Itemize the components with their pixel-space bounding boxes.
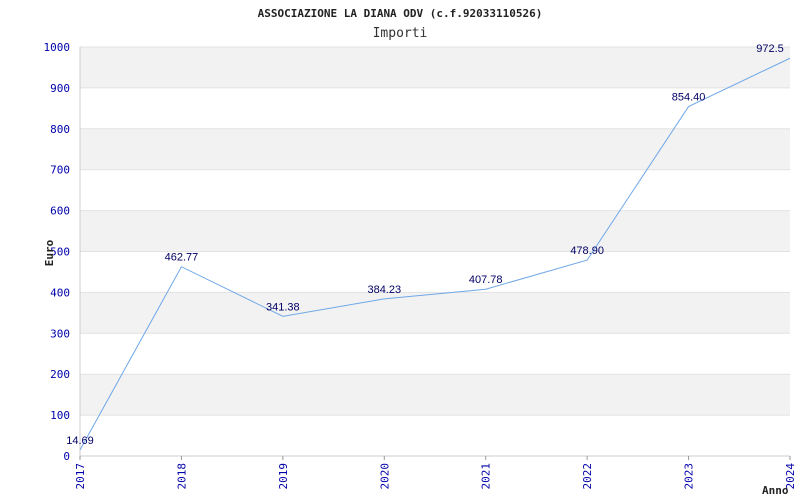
x-tick-labels: 2017 2018 2019 2020 2021 2022 2023 2024: [74, 456, 797, 490]
data-label: 478.90: [570, 245, 604, 257]
y-tick-label: 900: [50, 82, 70, 95]
y-tick-label: 1000: [44, 41, 71, 54]
x-tick-label: 2022: [581, 463, 594, 490]
x-axis-label: Anno: [762, 484, 789, 497]
grid-band: [80, 128, 790, 170]
x-tick-label: 2023: [683, 463, 696, 490]
y-tick-label: 600: [50, 205, 70, 218]
y-tick-label: 100: [50, 409, 70, 422]
y-tick-label: 700: [50, 164, 70, 177]
x-tick-label: 2017: [74, 463, 87, 490]
x-tick-label: 2018: [175, 463, 188, 490]
data-label: 462.77: [165, 252, 199, 264]
chart-subtitle: Importi: [373, 26, 428, 41]
grid-band: [80, 374, 790, 416]
data-label: 341.38: [266, 301, 300, 313]
grid-band: [80, 210, 790, 252]
y-tick-label: 0: [63, 450, 70, 463]
data-label: 14.69: [66, 435, 94, 447]
y-tick-label: 300: [50, 327, 70, 340]
x-tick-label: 2020: [378, 463, 391, 490]
y-tick-label: 800: [50, 123, 70, 136]
line-chart: 01002003004005006007008009001000 2017 201…: [43, 7, 797, 497]
grid-band: [80, 47, 790, 88]
y-tick-label: 200: [50, 368, 70, 381]
grid-band: [80, 292, 790, 334]
data-label: 972.5: [756, 43, 784, 55]
x-tick-label: 2019: [277, 463, 290, 490]
data-label: 384.23: [367, 284, 401, 296]
chart-title: ASSOCIAZIONE LA DIANA ODV (c.f.920331105…: [258, 7, 543, 20]
x-tick-label: 2021: [480, 463, 493, 490]
y-tick-label: 400: [50, 286, 70, 299]
data-label: 854.40: [672, 92, 706, 104]
y-axis-label: Euro: [43, 239, 56, 266]
data-label: 407.78: [469, 274, 503, 286]
